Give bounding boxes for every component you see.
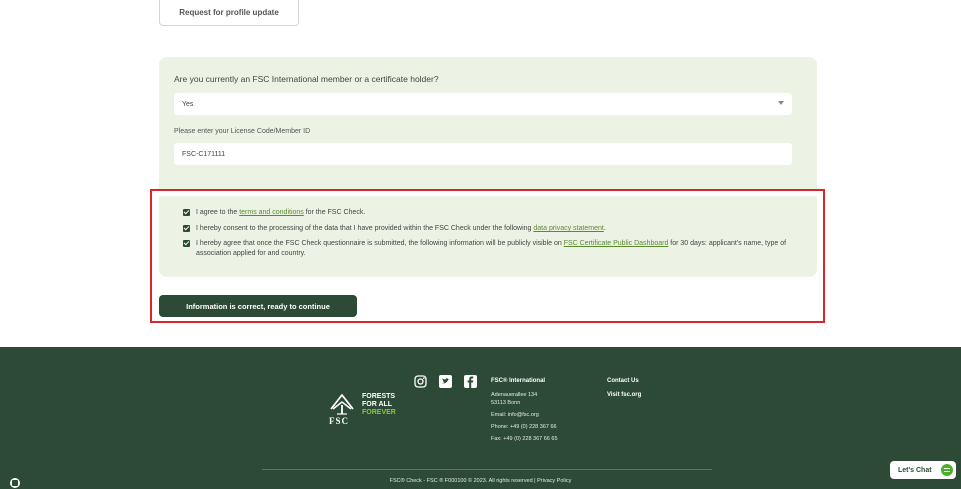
membership-question: Are you currently an FSC International m… xyxy=(174,74,439,84)
twitter-icon[interactable] xyxy=(439,375,452,388)
intl-email[interactable]: Email: info@fsc.org xyxy=(491,411,558,419)
footer-divider xyxy=(262,469,712,470)
intl-fax: Fax: +49 (0) 228 367 66 65 xyxy=(491,436,558,442)
intl-address1: Adenauerallee 134 xyxy=(491,392,538,398)
instagram-icon[interactable] xyxy=(414,375,427,388)
footer-contact-column: Contact Us Visit fsc.org xyxy=(607,377,641,399)
license-label: Please enter your License Code/Member ID xyxy=(174,128,311,135)
logo-text: FORESTS FOR ALL FOREVER xyxy=(362,393,396,416)
license-input-value: FSC-C171111 xyxy=(182,150,226,158)
request-profile-update-button[interactable]: Request for profile update xyxy=(159,0,299,26)
membership-select-value: Yes xyxy=(182,100,194,108)
intl-title: FSC® International xyxy=(491,378,546,384)
membership-select[interactable]: Yes xyxy=(174,93,792,115)
facebook-icon[interactable] xyxy=(464,375,477,388)
cookie-settings-icon[interactable] xyxy=(10,478,20,488)
copyright-text: FSC® Check - FSC ® F000100 © 2023. All r… xyxy=(389,478,572,484)
intl-address2: 53113 Bonn xyxy=(491,400,521,406)
highlight-box xyxy=(150,189,825,323)
chevron-down-icon xyxy=(778,101,784,105)
footer-intl-column: FSC® International Adenauerallee 134 531… xyxy=(491,377,558,443)
logo-fsc-mark: FSC xyxy=(329,416,350,426)
social-links xyxy=(414,375,477,388)
chat-label: Let's Chat xyxy=(898,466,932,474)
footer: FORESTS FOR ALL FOREVER FSC FSC® Interna… xyxy=(0,347,961,489)
license-input[interactable]: FSC-C171111 xyxy=(174,143,792,165)
fsc-logo[interactable]: FORESTS FOR ALL FOREVER FSC xyxy=(327,390,427,426)
lets-chat-button[interactable]: Let's Chat xyxy=(890,461,956,479)
fsc-tree-icon xyxy=(330,394,354,415)
intl-phone: Phone: +49 (0) 228 367 66 xyxy=(491,424,557,430)
visit-fsc-link[interactable]: Visit fsc.org xyxy=(607,391,641,399)
chat-bubble-icon xyxy=(941,464,953,476)
membership-panel: Are you currently an FSC International m… xyxy=(159,57,817,190)
contact-us-link[interactable]: Contact Us xyxy=(607,377,641,385)
